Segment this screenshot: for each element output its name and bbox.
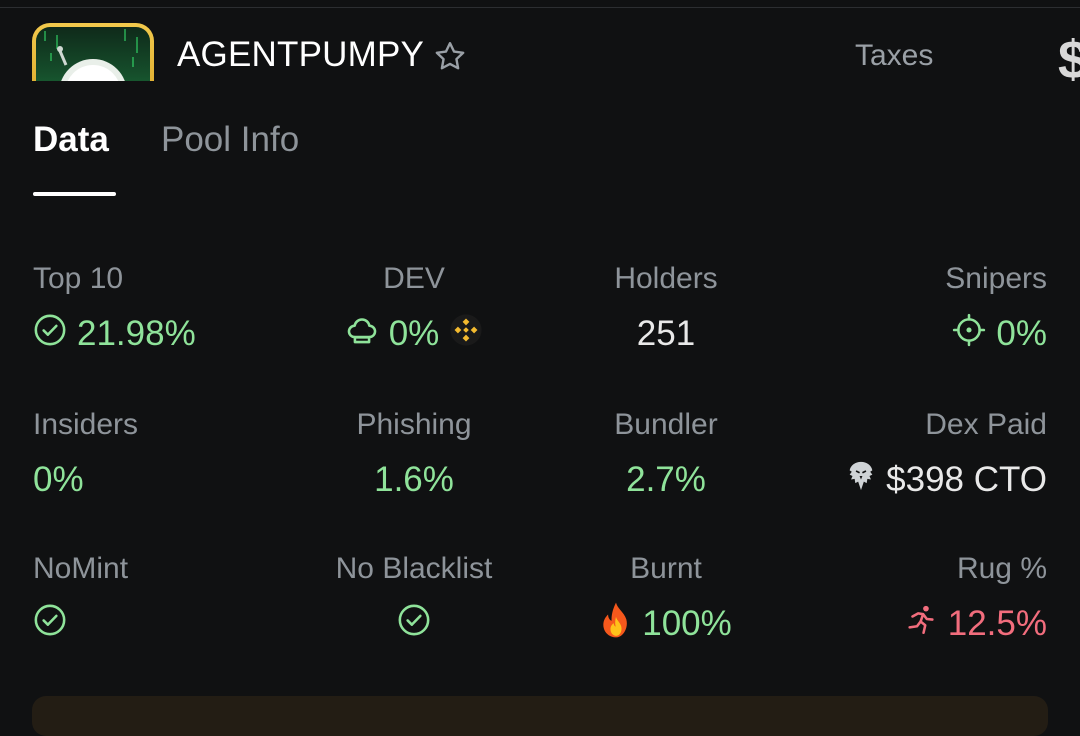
check-circle-icon <box>33 313 67 356</box>
tab-data[interactable]: Data <box>33 120 109 160</box>
stat-label: Insiders <box>33 408 139 441</box>
stat-burnt: Burnt 100% <box>541 552 791 646</box>
stat-value: 100% <box>642 604 732 643</box>
stat-dev: DEV 0% <box>289 262 539 356</box>
stat-value: 251 <box>636 314 696 353</box>
stat-snipers: Snipers 0% <box>797 262 1047 356</box>
stat-value: 0% <box>33 460 84 499</box>
star-icon[interactable] <box>432 39 468 75</box>
stat-value: 12.5% <box>947 604 1047 643</box>
stat-insiders: Insiders 0% <box>33 408 283 502</box>
tab-bar: Data Pool Info <box>0 110 1080 200</box>
top-divider <box>0 0 1080 8</box>
stat-label: Dex Paid <box>925 408 1047 441</box>
stat-value: 21.98% <box>77 314 196 353</box>
check-circle-icon <box>33 603 67 646</box>
stat-label: Bundler <box>614 408 718 441</box>
stat-holders: Holders 251 <box>541 262 791 356</box>
stat-label: Snipers <box>945 262 1047 295</box>
stat-value: 2.7% <box>626 460 706 499</box>
stat-value: $398 CTO <box>886 460 1047 499</box>
crosshair-icon <box>952 313 986 356</box>
stat-label: Phishing <box>356 408 472 441</box>
stat-top10: Top 10 21.98% <box>33 262 283 356</box>
currency-symbol: $ <box>1058 30 1080 81</box>
check-circle-icon <box>397 603 431 646</box>
eagle-icon <box>846 459 876 502</box>
stat-label: Rug % <box>956 552 1047 585</box>
stat-value: 1.6% <box>374 460 454 499</box>
stat-label: Burnt <box>630 552 702 585</box>
stat-value: 0% <box>996 314 1047 353</box>
stat-bundler: Bundler 2.7% <box>541 408 791 502</box>
stat-label: DEV <box>383 262 445 295</box>
stat-nomint: NoMint <box>33 552 283 646</box>
token-header: AGENTPUMPY Taxes $ <box>0 9 1080 81</box>
binance-icon <box>449 313 483 356</box>
stat-rug: Rug % 12.5% <box>797 552 1047 646</box>
stat-label: Holders <box>614 262 718 295</box>
stat-label: No Blacklist <box>335 552 493 585</box>
stat-no-blacklist: No Blacklist <box>289 552 539 646</box>
tab-pool-info[interactable]: Pool Info <box>161 120 299 160</box>
stat-label: NoMint <box>33 552 129 585</box>
chef-hat-icon <box>345 313 379 356</box>
stat-phishing: Phishing 1.6% <box>289 408 539 502</box>
stat-label: Top 10 <box>33 262 124 295</box>
stat-value: 0% <box>388 314 440 353</box>
token-avatar[interactable] <box>32 23 154 81</box>
running-person-icon <box>904 603 938 646</box>
active-tab-indicator <box>33 192 116 196</box>
taxes-label: Taxes <box>855 39 934 72</box>
fire-icon <box>600 601 632 648</box>
token-name: AGENTPUMPY <box>177 35 425 74</box>
bottom-card <box>32 696 1048 736</box>
stat-dex-paid: Dex Paid $398 CTO <box>797 408 1047 502</box>
